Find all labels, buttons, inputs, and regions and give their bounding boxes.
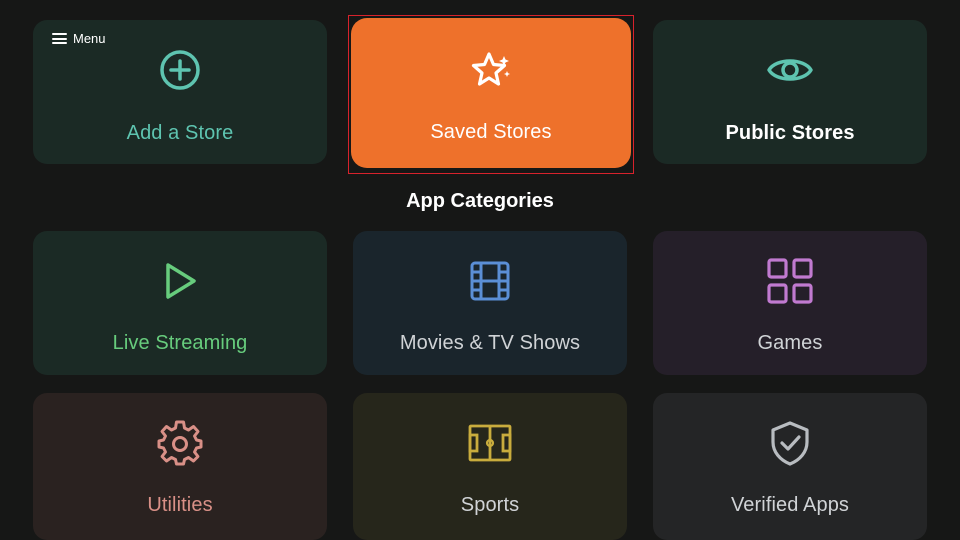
category-live-streaming[interactable]: Live Streaming	[33, 231, 327, 375]
menu-button[interactable]: Menu	[52, 31, 106, 46]
public-stores-label: Public Stores	[725, 122, 855, 144]
category-label: Sports	[460, 494, 520, 516]
category-games[interactable]: Games	[653, 231, 927, 375]
category-sports[interactable]: Sports	[353, 393, 627, 540]
section-title: App Categories	[406, 190, 554, 212]
soccer-field-icon	[466, 419, 514, 467]
menu-icon	[52, 33, 67, 44]
play-icon	[156, 257, 204, 305]
category-label: Live Streaming	[112, 332, 248, 354]
category-movies-tv[interactable]: Movies & TV Shows	[353, 231, 627, 375]
category-label: Verified Apps	[730, 494, 850, 516]
category-label: Games	[757, 332, 823, 354]
grid-icon	[766, 257, 814, 305]
add-circle-icon	[156, 46, 204, 94]
app-screen: Add a Store Menu Saved Stores Public Sto…	[0, 0, 960, 540]
stars-icon	[467, 46, 515, 94]
film-icon	[466, 257, 514, 305]
category-label: Utilities	[147, 494, 213, 516]
saved-stores-label: Saved Stores	[430, 121, 552, 143]
shield-check-icon	[766, 419, 814, 467]
eye-icon	[766, 46, 814, 94]
public-stores-tile[interactable]: Public Stores	[653, 20, 927, 164]
category-verified-apps[interactable]: Verified Apps	[653, 393, 927, 540]
saved-stores-tile[interactable]: Saved Stores	[351, 18, 631, 168]
category-label: Movies & TV Shows	[399, 332, 581, 354]
category-utilities[interactable]: Utilities	[33, 393, 327, 540]
add-store-label: Add a Store	[126, 122, 234, 144]
menu-label: Menu	[73, 31, 106, 46]
gear-icon	[156, 419, 204, 467]
